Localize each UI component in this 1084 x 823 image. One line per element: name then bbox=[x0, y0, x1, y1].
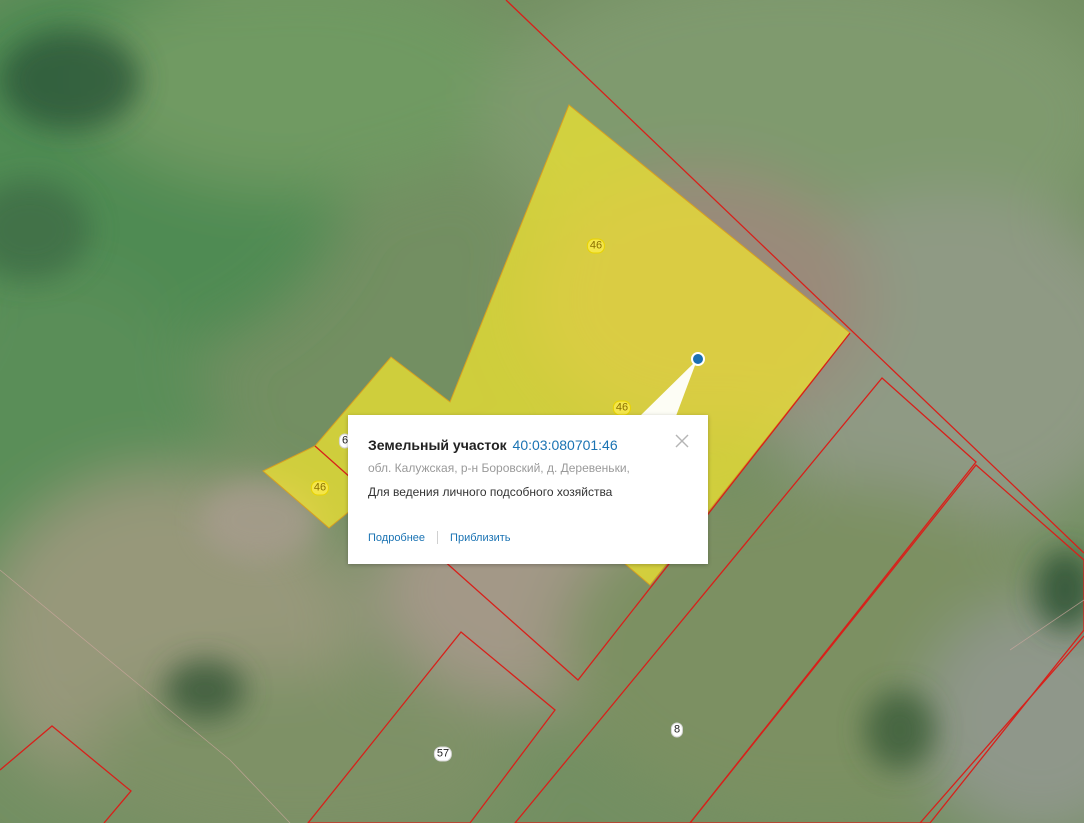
parcel-boundary bbox=[689, 464, 1084, 823]
parcel-boundary-faint bbox=[1009, 599, 1084, 651]
parcel-number-label: 8 bbox=[670, 722, 684, 738]
parcel-address: обл. Калужская, р-н Боровский, д. Дереве… bbox=[368, 461, 630, 475]
parcel-usage: Для ведения личного подсобного хозяйства bbox=[368, 485, 613, 499]
popup-title: Земельный участок 40:03:080701:46 bbox=[368, 437, 618, 453]
zoom-to-parcel-link[interactable]: Приблизить bbox=[450, 532, 511, 544]
parcel-boundary bbox=[919, 635, 1084, 823]
parcel-number-label: 46 bbox=[586, 238, 606, 254]
parcel-info-popup: Земельный участок 40:03:080701:46 обл. К… bbox=[348, 415, 708, 564]
close-icon[interactable] bbox=[674, 433, 690, 449]
map-view[interactable]: 46 46 46 6 57 8 Земельный участок 40:03:… bbox=[0, 0, 1084, 823]
parcel-number-label: 46 bbox=[310, 480, 330, 496]
parcel-number-label: 46 bbox=[612, 400, 632, 416]
details-link[interactable]: Подробнее bbox=[368, 532, 425, 544]
cadastral-number-link[interactable]: 40:03:080701:46 bbox=[513, 437, 618, 453]
cadastral-parcels bbox=[0, 0, 1084, 823]
parcel-boundary-faint bbox=[0, 569, 291, 823]
actions-divider bbox=[437, 531, 439, 544]
parcel-boundary bbox=[0, 725, 132, 823]
parcel-kind: Земельный участок bbox=[368, 437, 507, 453]
parcel-boundary bbox=[307, 631, 556, 823]
popup-actions: Подробнее Приблизить bbox=[368, 531, 511, 544]
parcel-number-label: 57 bbox=[433, 746, 453, 762]
